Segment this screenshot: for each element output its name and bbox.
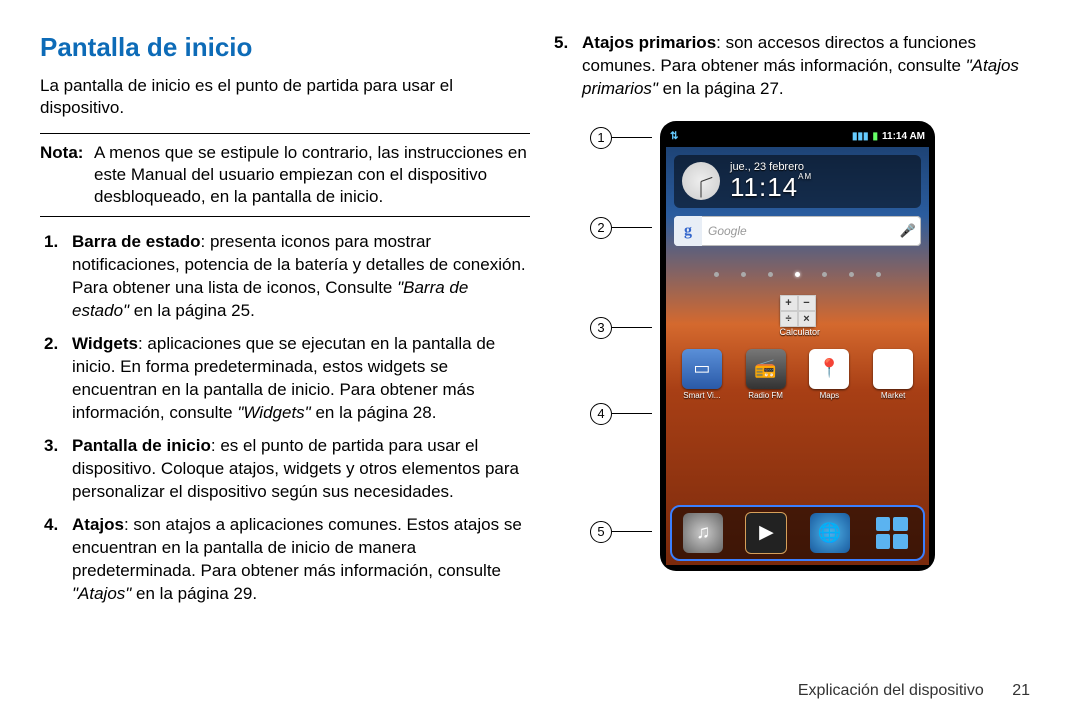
phone-illustration: 1 2 3 4 5 ⇅ ▮▮▮ ▮ 11:14 AM [590, 121, 1040, 571]
list-item: Atajos: son atajos a aplicaciones comune… [72, 514, 530, 606]
callout-column: 1 2 3 4 5 [590, 121, 650, 571]
ref: "Widgets" [237, 403, 310, 422]
ref-tail: en la página 28. [311, 403, 437, 422]
ref-tail: en la página 25. [129, 301, 255, 320]
page-indicator [666, 272, 929, 277]
ref-tail: en la página 29. [131, 584, 257, 603]
maps-icon: 📍 [809, 349, 849, 389]
app-shortcut: 🛍 Market [870, 349, 916, 400]
analog-clock-icon [682, 162, 720, 200]
app-label: Smart Vi... [679, 391, 725, 400]
page-footer: Explicación del dispositivo 21 [798, 682, 1030, 700]
clock-widget: jue., 23 febrero 11:14AM [674, 155, 921, 208]
google-search-widget: g Google 🎤 [674, 216, 921, 246]
callout-num: 1 [590, 127, 612, 149]
status-bar: ⇅ ▮▮▮ ▮ 11:14 AM [666, 127, 929, 147]
ref: "Atajos" [72, 584, 131, 603]
clock-time: 11:14AM [730, 173, 812, 202]
app-shortcut: 📍 Maps [806, 349, 852, 400]
section-title: Pantalla de inicio [40, 32, 530, 63]
intro-paragraph: La pantalla de inicio es el punto de par… [40, 75, 530, 119]
radio-icon: 📻 [746, 349, 786, 389]
apps-grid-icon [872, 513, 912, 553]
battery-icon: ▮ [873, 131, 879, 142]
phone-frame: ⇅ ▮▮▮ ▮ 11:14 AM jue., 23 febrero 11:14A… [660, 121, 935, 571]
google-g-icon: g [674, 216, 702, 246]
callout-num: 4 [590, 403, 612, 425]
note-body: A menos que se estipule lo contrario, la… [94, 142, 530, 208]
callout-num: 2 [590, 217, 612, 239]
feature-list-cont: Atajos primarios: son accesos directos a… [550, 32, 1040, 101]
desc: : son atajos a aplicaciones comunes. Est… [72, 515, 522, 580]
signal-icon: ▮▮▮ [852, 131, 869, 142]
clock-ampm: AM [798, 172, 812, 181]
mic-icon: 🎤 [895, 223, 921, 239]
shortcut-row: ▭ Smart Vi... 📻 Radio FM 📍 Maps 🛍 [666, 349, 929, 400]
app-shortcut: ▭ Smart Vi... [679, 349, 725, 400]
status-time: 11:14 AM [882, 131, 925, 142]
calculator-label: Calculator [780, 327, 816, 337]
feature-list: Barra de estado: presenta iconos para mo… [40, 231, 530, 605]
term: Atajos primarios [582, 33, 716, 52]
term: Atajos [72, 515, 124, 534]
footer-page-number: 21 [1012, 682, 1030, 699]
calculator-shortcut: +−÷× Calculator [780, 295, 816, 337]
app-shortcut: 📻 Radio FM [743, 349, 789, 400]
search-placeholder: Google [702, 224, 895, 238]
music-icon: ♫ [683, 513, 723, 553]
list-item: Widgets: aplicaciones que se ejecutan en… [72, 333, 530, 425]
primary-shortcuts-dock: ♫ ▶ 🌐 [670, 505, 925, 561]
note-label: Nota: [40, 142, 94, 208]
term: Widgets [72, 334, 138, 353]
market-icon: 🛍 [873, 349, 913, 389]
ref-tail: en la página 27. [658, 79, 784, 98]
term: Barra de estado [72, 232, 201, 251]
video-icon: ▶ [745, 512, 787, 554]
calculator-icon: +−÷× [780, 295, 816, 327]
note-block: Nota: A menos que se estipule lo contrar… [40, 133, 530, 217]
app-label: Market [870, 391, 916, 400]
list-item: Pantalla de inicio: es el punto de parti… [72, 435, 530, 504]
callout-num: 5 [590, 521, 612, 543]
arrow-icon: ⇅ [670, 131, 678, 142]
left-column: Pantalla de inicio La pantalla de inicio… [40, 32, 530, 640]
list-item: Atajos primarios: son accesos directos a… [582, 32, 1040, 101]
callout-num: 3 [590, 317, 612, 339]
phone-screen: ⇅ ▮▮▮ ▮ 11:14 AM jue., 23 febrero 11:14A… [666, 127, 929, 565]
app-label: Radio FM [743, 391, 789, 400]
list-item: Barra de estado: presenta iconos para mo… [72, 231, 530, 323]
right-column: Atajos primarios: son accesos directos a… [550, 32, 1040, 640]
footer-section: Explicación del dispositivo [798, 682, 984, 699]
term: Pantalla de inicio [72, 436, 211, 455]
smartview-icon: ▭ [682, 349, 722, 389]
app-label: Maps [806, 391, 852, 400]
globe-icon: 🌐 [810, 513, 850, 553]
